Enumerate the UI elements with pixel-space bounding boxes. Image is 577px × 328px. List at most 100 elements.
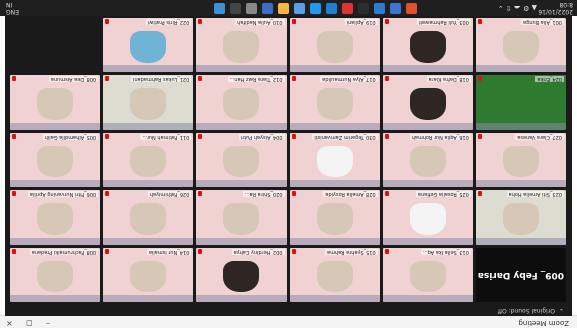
mic-muted-icon <box>198 191 203 197</box>
video-tile[interactable]: 006_Fitri Nurvaning Aprilia <box>10 190 101 245</box>
video-tile[interactable]: 025_Rosalia Gefiana <box>382 190 473 245</box>
taskbar-clock[interactable]: 2022/10/16 8:08 <box>538 1 573 15</box>
window-title: Zoom Meeting <box>518 319 569 327</box>
tile-header-band <box>10 180 101 188</box>
taskbar-app-icon[interactable] <box>278 3 289 14</box>
video-tile[interactable]: 019_Apliani <box>289 18 380 73</box>
video-grid: 009_ Feby Darisa 013_Sella Ika Aq... 015_S… <box>10 18 566 302</box>
tile-header-band <box>196 295 287 302</box>
tile-header-band <box>475 122 566 130</box>
video-tile[interactable]: 010_Aulia Nadifah <box>196 18 287 73</box>
taskbar-app-icon[interactable] <box>310 3 321 14</box>
mic-muted-icon <box>12 76 17 82</box>
mic-muted-icon <box>384 248 389 254</box>
video-tile[interactable]: 017_Alya Nurmaulida <box>289 75 380 130</box>
mic-muted-icon <box>477 19 482 24</box>
video-tile[interactable]: 016_Aqila Nur Rohmah <box>382 132 473 188</box>
taskbar-app-icon[interactable] <box>230 3 241 14</box>
tile-header-band <box>382 295 473 302</box>
mic-muted-icon <box>384 76 389 82</box>
taskbar-app-icon[interactable] <box>358 3 369 14</box>
mic-muted-icon <box>291 76 296 82</box>
participant-name: 019_Apliani <box>344 19 378 25</box>
close-icon[interactable]: × <box>6 319 13 328</box>
video-tile-featured[interactable]: 009_ Feby Darisa <box>475 247 566 302</box>
video-tile[interactable]: 008_Fachrumaiki Pradana <box>10 247 101 302</box>
mic-muted-icon <box>105 133 110 139</box>
video-tile[interactable]: 008_Dea Aismuna <box>10 75 101 130</box>
video-tile[interactable]: 020_Shira Ra... <box>196 190 287 245</box>
tile-header-band <box>289 295 380 302</box>
taskbar-app-icon[interactable] <box>294 3 305 14</box>
participant-name: 011_Fatimah Nur... <box>140 133 192 140</box>
taskbar-app-icon[interactable] <box>374 3 385 14</box>
video-tile[interactable]: 024_Erika <box>475 75 566 130</box>
taskbar-language[interactable]: ENG IN <box>6 1 19 15</box>
participant-name: 016_Aqila Nur Rohmah <box>409 133 471 140</box>
taskbar-app-icon[interactable] <box>406 3 417 14</box>
participant-name: 005_Alhamdila Galih <box>42 133 99 140</box>
video-tile[interactable]: 003_Yuli Rahmawati <box>382 18 473 73</box>
video-tile[interactable]: 028_Amalia Rosyida <box>289 190 380 245</box>
taskbar-app-icon[interactable] <box>262 3 273 14</box>
meeting-area: ⌄Original Sound: Off 009_ Feby Darisa 013… <box>5 16 572 316</box>
video-tile[interactable]: 018_Dafra Kiara <box>382 75 473 130</box>
mic-muted-icon <box>291 248 296 254</box>
taskbar-app-icon[interactable] <box>246 3 257 14</box>
mic-muted-icon <box>12 248 17 254</box>
tile-header-band <box>196 180 287 188</box>
tile-header-band <box>475 237 566 245</box>
original-sound-toggle[interactable]: ⌄Original Sound: Off <box>498 307 564 314</box>
mic-muted-icon <box>477 133 482 139</box>
video-tile[interactable]: 030_Tegarim Zamvanisti <box>289 132 380 188</box>
mic-muted-icon <box>477 191 482 197</box>
video-tile[interactable]: 005_Alhamdila Galih <box>10 132 101 188</box>
tile-header-band <box>382 122 473 130</box>
minimize-icon[interactable]: – <box>46 319 50 328</box>
tile-header-band <box>382 180 473 188</box>
participant-name: 012_Tiara Raiz Han... <box>227 76 285 83</box>
participant-video <box>409 145 446 178</box>
taskbar-app-icon[interactable] <box>326 3 337 14</box>
video-tile[interactable]: 011_Fatimah Nur... <box>103 132 194 188</box>
mic-muted-icon <box>198 133 203 139</box>
video-tile[interactable]: 012_Tiara Raiz Han... <box>196 75 287 130</box>
participant-video <box>502 31 539 63</box>
tile-header-band <box>196 65 287 73</box>
participant-name: 024_Erika <box>535 76 564 83</box>
mic-muted-icon <box>384 133 389 139</box>
taskbar-app-icon[interactable] <box>214 3 225 14</box>
mic-muted-icon <box>12 191 17 197</box>
taskbar-app-icon[interactable] <box>342 3 353 14</box>
mic-muted-icon <box>384 191 389 197</box>
maximize-icon[interactable]: ◻ <box>26 319 33 328</box>
video-tile[interactable]: 013_Sella Ika Aq... <box>382 247 473 302</box>
taskbar-app-icons <box>214 3 417 14</box>
video-tile[interactable]: 022_Riris Pratiwi <box>103 18 194 73</box>
video-tile[interactable]: 004_Aisyah Putri <box>196 132 287 188</box>
participant-video <box>130 260 167 293</box>
participant-name: 013_Sella Ika Aq... <box>420 248 471 255</box>
participant-video <box>409 203 446 235</box>
tile-header-band <box>10 122 101 130</box>
video-tile[interactable]: 027_Clara Vanesa <box>475 132 566 188</box>
video-tile[interactable]: 002_Herdiny Cahya <box>196 247 287 302</box>
participant-video <box>316 260 353 293</box>
mic-muted-icon <box>12 133 17 139</box>
video-tile[interactable]: 021_Lukas Rahmadani <box>103 75 194 130</box>
participant-name: 017_Alya Nurmaulida <box>320 76 378 83</box>
participant-name: 020_Shira Ra... <box>242 191 285 198</box>
mic-muted-icon <box>477 76 482 82</box>
participant-video <box>502 203 539 235</box>
video-tile[interactable]: 023_Siti Amelia Hoha <box>475 190 566 245</box>
video-tile[interactable]: 014_Nur Ismalia <box>103 247 194 302</box>
participant-video <box>316 31 353 63</box>
video-tile[interactable]: 026_Fathimiyah <box>103 190 194 245</box>
system-tray-icons[interactable]: ▲ ⚙ ☁ ⇧ ⌄ <box>498 4 537 12</box>
video-tile[interactable]: 001_Alia Bunga <box>475 18 566 73</box>
tile-header-band <box>289 122 380 130</box>
participant-name: 022_Riris Pratiwi <box>145 19 192 25</box>
taskbar-app-icon[interactable] <box>390 3 401 14</box>
video-tile[interactable]: 015_Syahra Rahma <box>289 247 380 302</box>
participant-video <box>409 31 446 63</box>
